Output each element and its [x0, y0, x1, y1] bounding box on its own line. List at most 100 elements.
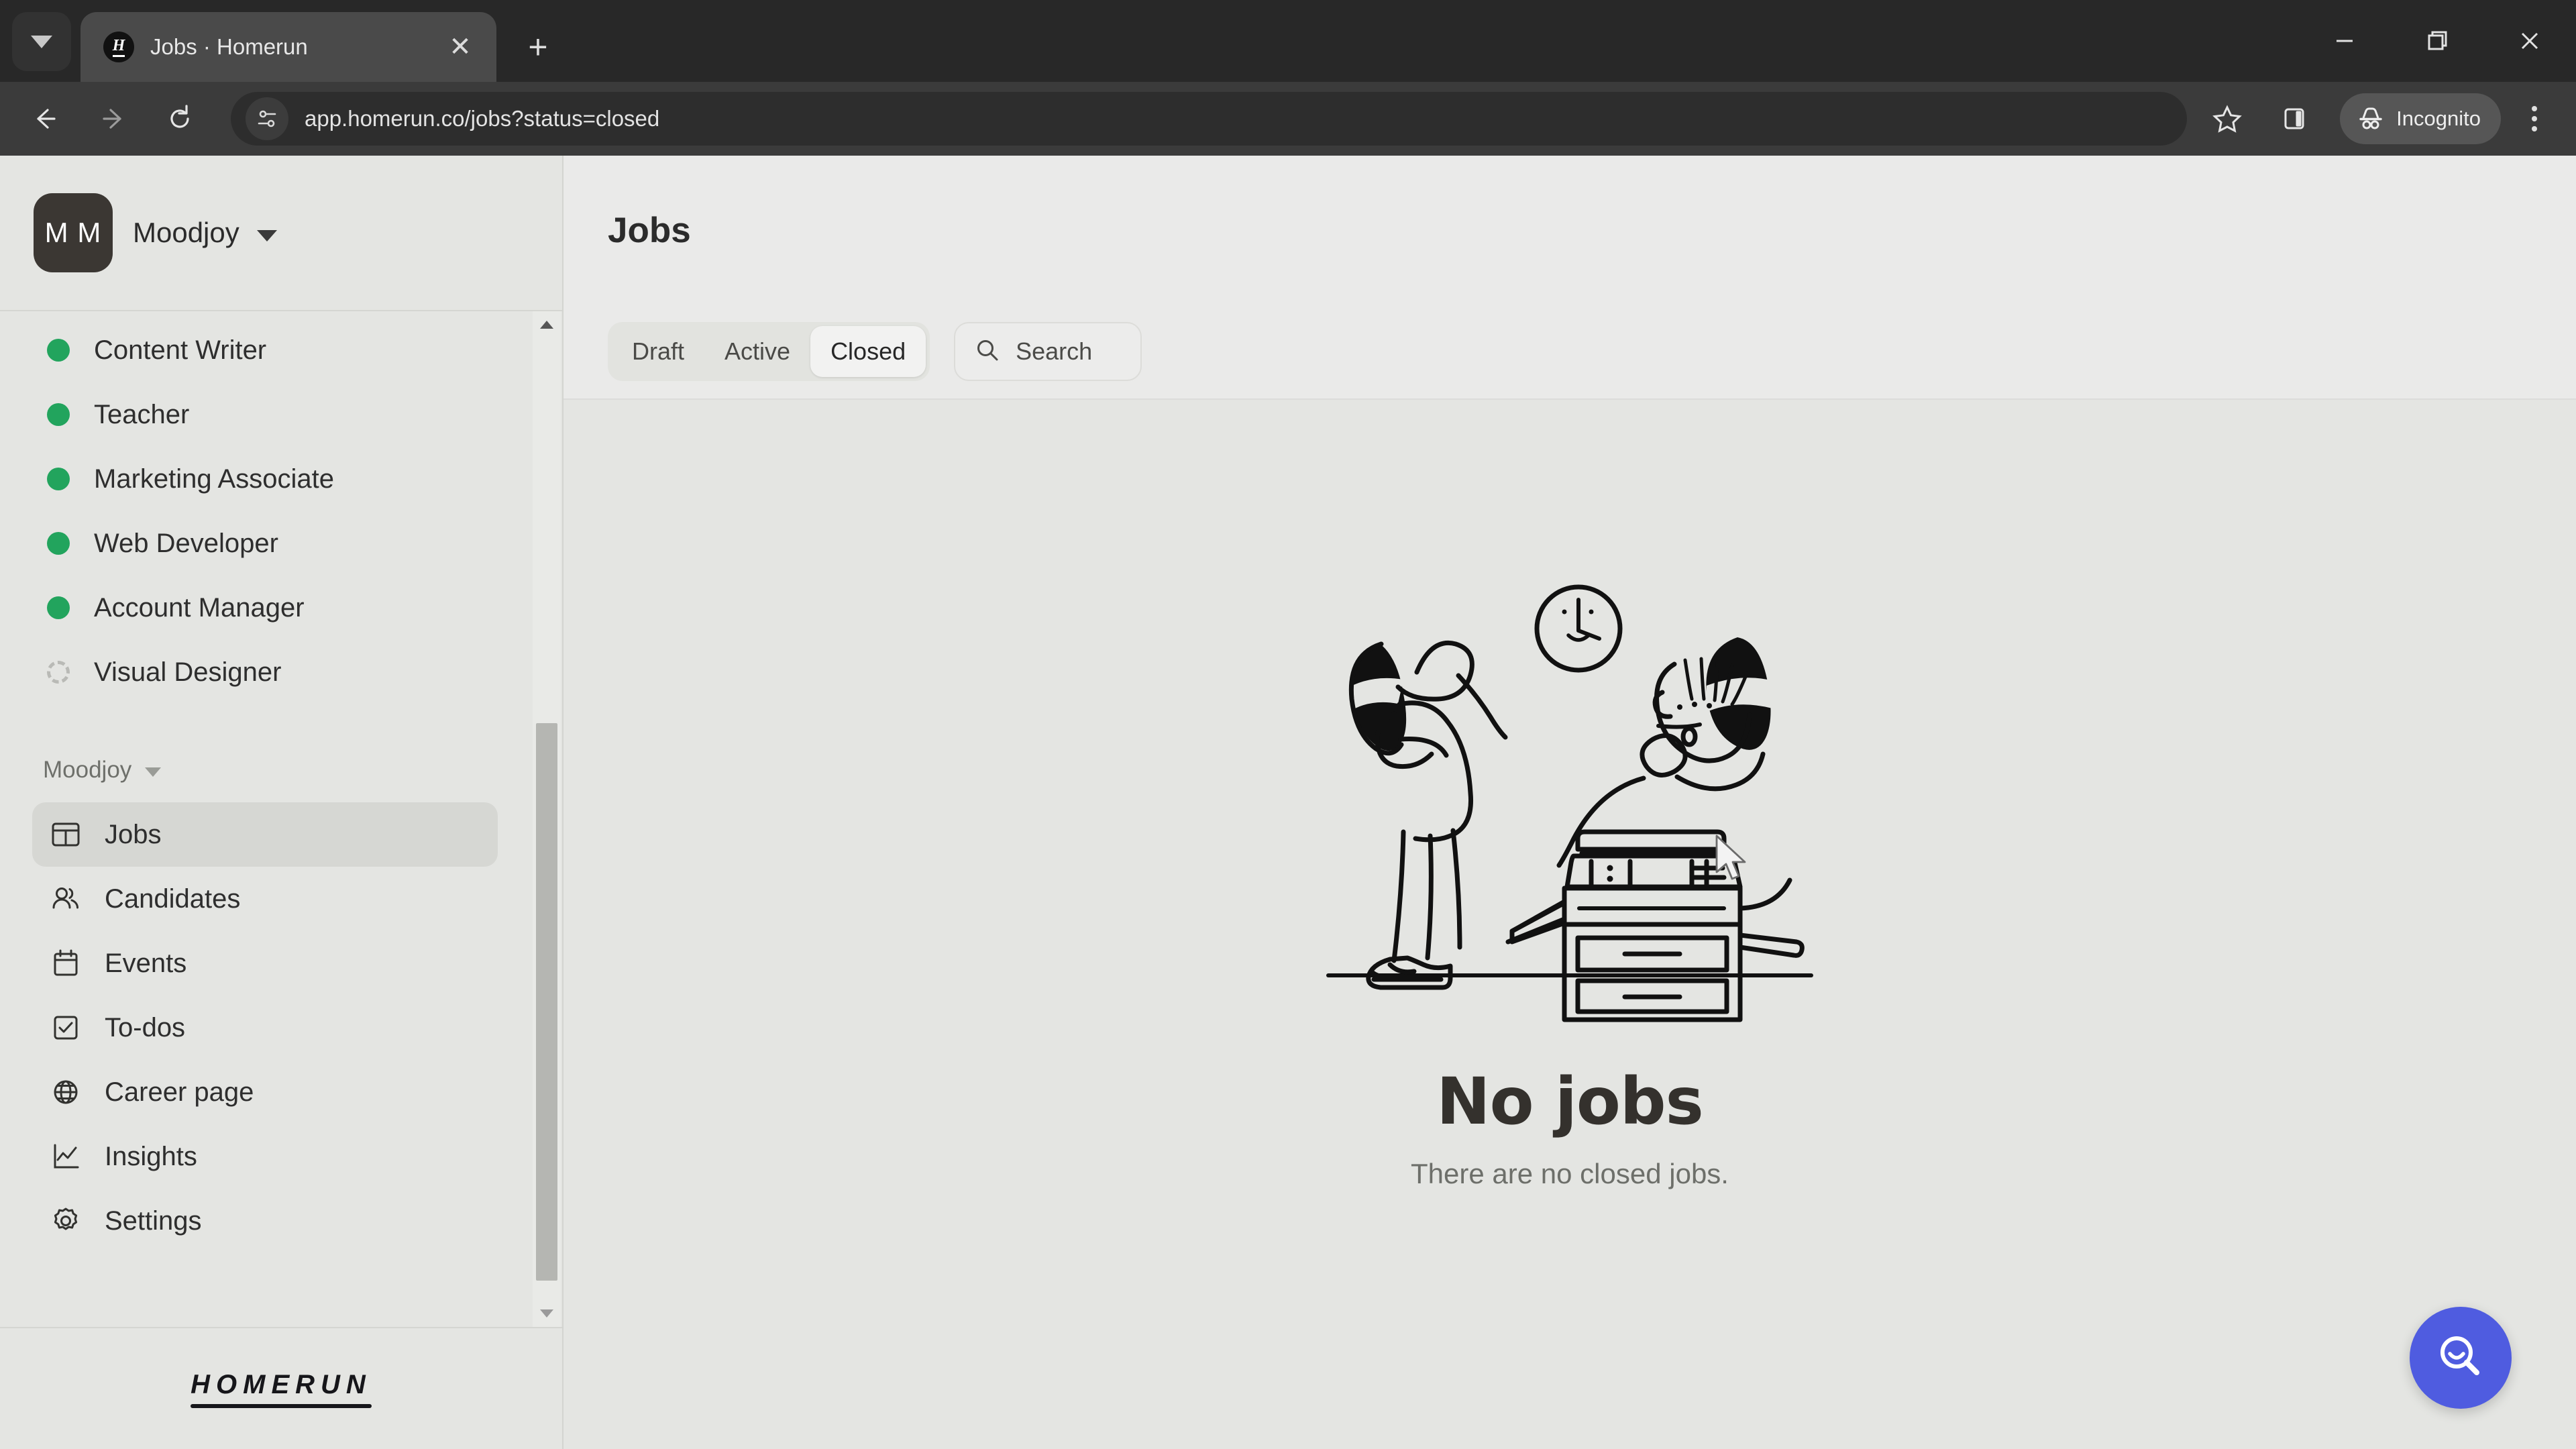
scrollbar-thumb[interactable] [536, 722, 557, 1281]
status-dot-open [47, 532, 70, 555]
sidebar-scroll-area: Content Writer Teacher Marketing Associa… [0, 311, 562, 1327]
star-icon[interactable] [2199, 91, 2255, 147]
app-body: M M Moodjoy Content Writer Teacher Marke… [0, 156, 2576, 1449]
chevron-down-icon [256, 229, 277, 241]
tab-draft[interactable]: Draft [612, 326, 704, 377]
side-panel-icon[interactable] [2266, 91, 2322, 147]
sidebar-item-events[interactable]: Events [32, 931, 498, 996]
sidebar-item-label: Settings [105, 1205, 202, 1236]
sidebar-job-item[interactable]: Marketing Associate [0, 447, 562, 511]
org-name: Moodjoy [133, 217, 239, 248]
chevron-down-icon [145, 767, 162, 777]
sidebar: M M Moodjoy Content Writer Teacher Marke… [0, 156, 564, 1449]
sidebar-job-label: Web Developer [94, 528, 278, 558]
favicon-homerun-icon: H [103, 32, 134, 62]
reload-button[interactable] [152, 91, 208, 147]
sidebar-job-label: Teacher [94, 399, 190, 429]
empty-state-illustration [1326, 584, 1813, 1022]
globe-icon [47, 1073, 85, 1111]
sidebar-item-label: Career page [105, 1077, 254, 1107]
status-dot-open [47, 403, 70, 426]
browser-toolbar: app.homerun.co/jobs?status=closed Incogn… [0, 82, 2576, 156]
sidebar-footer: HOMERUN [0, 1327, 562, 1449]
kebab-dot [2532, 106, 2537, 111]
line-chart-icon [47, 1138, 85, 1175]
scroll-down-arrow-icon[interactable] [539, 1300, 555, 1327]
close-tab-icon[interactable]: ✕ [441, 28, 479, 66]
sidebar-item-career-page[interactable]: Career page [32, 1060, 498, 1124]
minimize-button[interactable] [2298, 0, 2391, 82]
search-smile-icon [2440, 1336, 2479, 1375]
sidebar-job-item[interactable]: Account Manager [0, 576, 562, 640]
kebab-dot [2532, 116, 2537, 121]
sidebar-job-item[interactable]: Visual Designer [0, 640, 562, 704]
close-window-button[interactable] [2483, 0, 2576, 82]
sidebar-job-item[interactable]: Content Writer [0, 318, 562, 382]
back-button[interactable] [17, 91, 74, 147]
sidebar-section-header[interactable]: Moodjoy [0, 738, 562, 802]
browser-tab[interactable]: H Jobs · Homerun ✕ [80, 12, 496, 82]
chevron-down-icon [31, 35, 52, 48]
sidebar-job-label: Content Writer [94, 335, 267, 365]
forward-button[interactable] [85, 91, 141, 147]
status-dot-open [47, 468, 70, 490]
tab-active[interactable]: Active [704, 326, 810, 377]
jobs-board-icon [47, 816, 85, 853]
sidebar-item-label: Jobs [105, 819, 162, 849]
status-dot-open [47, 339, 70, 362]
new-tab-button[interactable]: + [511, 20, 565, 74]
status-tabs: Draft Active Closed [608, 322, 930, 381]
tab-strip: H Jobs · Homerun ✕ + [0, 0, 2576, 82]
page-title: Jobs [608, 210, 691, 250]
sidebar-item-insights[interactable]: Insights [32, 1124, 498, 1189]
sidebar-item-label: To-dos [105, 1012, 186, 1042]
sidebar-job-list: Content Writer Teacher Marketing Associa… [0, 318, 562, 704]
sidebar-item-label: Events [105, 948, 187, 978]
scroll-up-arrow-icon[interactable] [539, 311, 555, 338]
sidebar-job-item[interactable]: Teacher [0, 382, 562, 447]
sidebar-scrollbar[interactable] [533, 311, 561, 1327]
url-text: app.homerun.co/jobs?status=closed [305, 106, 660, 131]
org-switcher[interactable]: M M Moodjoy [0, 156, 562, 310]
sidebar-job-label: Visual Designer [94, 657, 282, 687]
favicon-letter: H [112, 38, 125, 57]
tab-closed[interactable]: Closed [810, 326, 926, 377]
gear-icon [47, 1202, 85, 1240]
sidebar-item-todos[interactable]: To-dos [32, 996, 498, 1060]
maximize-restore-button[interactable] [2391, 0, 2483, 82]
sidebar-section-label: Moodjoy [43, 757, 132, 783]
sidebar-item-label: Candidates [105, 883, 241, 914]
address-bar[interactable]: app.homerun.co/jobs?status=closed [231, 92, 2188, 146]
filter-bar: Draft Active Closed Search [564, 305, 2576, 400]
kebab-menu-icon[interactable] [2510, 91, 2559, 147]
sidebar-item-candidates[interactable]: Candidates [32, 867, 498, 931]
calendar-icon [47, 945, 85, 982]
people-icon [47, 880, 85, 918]
main-content: Jobs Draft Active Closed Search No jobs … [564, 156, 2576, 1449]
search-fab-button[interactable] [2410, 1307, 2512, 1409]
search-input[interactable]: Search [954, 322, 1142, 381]
status-dot-open [47, 596, 70, 619]
kebab-dot [2532, 126, 2537, 131]
homerun-logo: HOMERUN [191, 1370, 372, 1408]
sidebar-job-label: Account Manager [94, 592, 305, 623]
checkbox-icon [47, 1009, 85, 1046]
tab-title: Jobs · Homerun [150, 34, 308, 59]
homerun-logo-text: HOMERUN [191, 1369, 372, 1399]
tune-sliders-icon[interactable] [246, 97, 288, 140]
search-icon [974, 337, 1001, 367]
search-placeholder: Search [1016, 337, 1093, 365]
incognito-label: Incognito [2396, 107, 2481, 130]
empty-state-subtitle: There are no closed jobs. [1411, 1158, 1729, 1189]
sidebar-job-item[interactable]: Web Developer [0, 511, 562, 576]
homerun-logo-underline [191, 1403, 372, 1408]
empty-state-title: No jobs [1436, 1064, 1703, 1139]
scrollbar-track[interactable] [533, 338, 561, 1300]
sidebar-item-jobs[interactable]: Jobs [32, 802, 498, 867]
sidebar-item-settings[interactable]: Settings [32, 1189, 498, 1253]
tab-search-button[interactable] [12, 12, 71, 71]
browser-window: H Jobs · Homerun ✕ + app.homerun.co/jobs… [0, 0, 2576, 1449]
page-header: Jobs [564, 156, 2576, 305]
incognito-indicator[interactable]: Incognito [2340, 93, 2501, 144]
sidebar-job-label: Marketing Associate [94, 464, 334, 494]
